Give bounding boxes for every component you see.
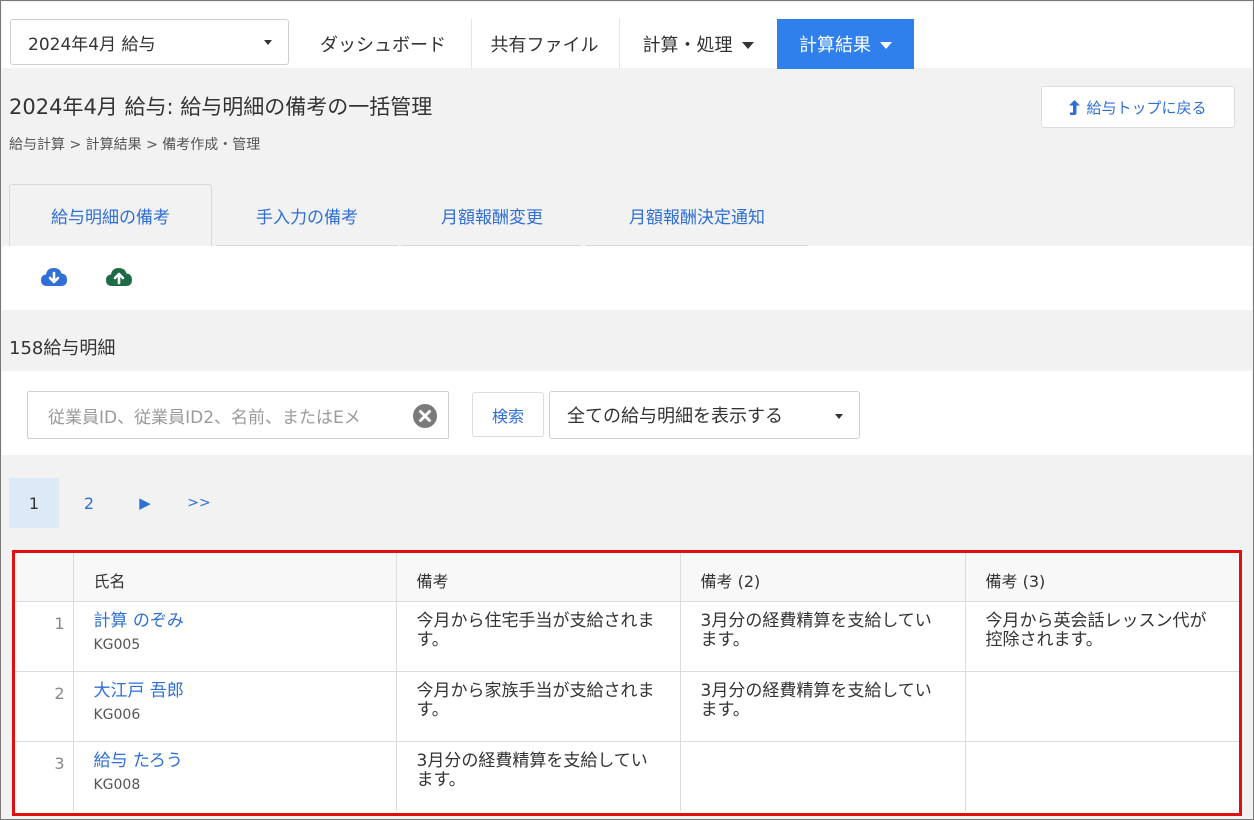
column-header-note-3: 備考 (3) xyxy=(965,553,1239,602)
note-2-cell: 3月分の経費精算を支給しています。 xyxy=(680,601,966,672)
nav-dashboard-label: ダッシュボード xyxy=(320,35,446,56)
cloud-upload-icon[interactable] xyxy=(104,262,134,292)
nav-calc-process-label: 計算・処理 xyxy=(642,35,733,56)
last-page-button[interactable]: >> xyxy=(181,478,217,528)
search-placeholder: 従業員ID、従業員ID2、名前、またはEメ xyxy=(48,407,361,428)
employee-cell: 給与 たろう KG008 xyxy=(73,741,397,811)
nav-calc-results-label: 計算結果 xyxy=(799,35,871,56)
nav-shared-files[interactable]: 共有ファイル xyxy=(472,19,617,69)
note-cell: 今月から住宅手当が支給されます。 xyxy=(396,601,681,672)
app-frame: 2024年4月 給与 ダッシュボード 共有ファイル 計算・処理 計算結果 202… xyxy=(0,0,1254,820)
caret-down-icon xyxy=(741,42,754,49)
chevron-down-icon xyxy=(264,40,272,45)
row-number: 3 xyxy=(15,741,74,811)
clear-icon[interactable] xyxy=(412,403,438,429)
nav-calc-results[interactable]: 計算結果 xyxy=(777,19,914,69)
employee-name-link[interactable]: 計算 のぞみ xyxy=(94,611,376,631)
tab-label: 手入力の備考 xyxy=(256,207,358,228)
arrow-up-icon xyxy=(1069,99,1081,115)
filter-panel: 従業員ID、従業員ID2、名前、またはEメ 検索 全ての給与明細を表示する xyxy=(2,371,1252,455)
note-2-cell: 3月分の経費精算を支給しています。 xyxy=(680,671,966,742)
column-header-name: 氏名 xyxy=(73,553,397,602)
caret-down-icon xyxy=(880,42,892,49)
tab-monthly-salary-notice[interactable]: 月額報酬決定通知 xyxy=(586,184,808,246)
tab-payslip-notes[interactable]: 給与明細の備考 xyxy=(9,184,212,246)
notes-table: 氏名 備考 備考 (2) 備考 (3) 1 計算 のぞみ KG005 今月から住… xyxy=(15,553,1239,811)
tab-manual-notes[interactable]: 手入力の備考 xyxy=(216,184,398,246)
table-row: 1 計算 のぞみ KG005 今月から住宅手当が支給されます。 3月分の経費精算… xyxy=(15,601,1239,672)
employee-name-link[interactable]: 大江戸 吾郎 xyxy=(94,681,376,701)
nav-calc-process[interactable]: 計算・処理 xyxy=(620,19,776,69)
nav-dashboard[interactable]: ダッシュボード xyxy=(298,19,468,69)
page-title: 2024年4月 給与: 給与明細の備考の一括管理 xyxy=(9,95,433,119)
note-2-cell xyxy=(680,741,966,811)
period-select-value: 2024年4月 給与 xyxy=(28,34,156,55)
payslip-filter-select[interactable]: 全ての給与明細を表示する xyxy=(549,391,860,439)
note-cell: 今月から家族手当が支給されます。 xyxy=(396,671,681,742)
next-page-icon[interactable]: ▶ xyxy=(127,478,163,528)
employee-cell: 大江戸 吾郎 KG006 xyxy=(73,671,397,742)
page-1[interactable]: 1 xyxy=(9,478,59,528)
table-row: 3 給与 たろう KG008 3月分の経費精算を支給しています。 xyxy=(15,741,1239,811)
cloud-download-icon[interactable] xyxy=(39,262,69,292)
tab-monthly-salary-change[interactable]: 月額報酬変更 xyxy=(401,184,583,246)
payslip-filter-value: 全ての給与明細を表示する xyxy=(567,406,783,427)
employee-id: KG006 xyxy=(93,706,141,723)
employee-name-link[interactable]: 給与 たろう xyxy=(94,751,376,771)
employee-id: KG005 xyxy=(93,636,141,653)
note-cell: 3月分の経費精算を支給しています。 xyxy=(396,741,681,811)
note-3-cell: 今月から英会話レッスン代が控除されます。 xyxy=(965,601,1239,672)
notes-table-highlight: 氏名 備考 備考 (2) 備考 (3) 1 計算 のぞみ KG005 今月から住… xyxy=(12,550,1242,816)
page-2[interactable]: 2 xyxy=(71,478,107,528)
import-export-toolbar xyxy=(2,246,1252,310)
row-number: 1 xyxy=(15,601,74,672)
search-button[interactable]: 検索 xyxy=(472,392,544,437)
chevron-down-icon xyxy=(835,414,843,419)
table-row: 2 大江戸 吾郎 KG006 今月から家族手当が支給されます。 3月分の経費精算… xyxy=(15,671,1239,742)
back-to-payroll-top-button[interactable]: 給与トップに戻る xyxy=(1041,86,1235,128)
employee-id: KG008 xyxy=(93,776,141,793)
period-select[interactable]: 2024年4月 給与 xyxy=(10,19,289,65)
column-header-note: 備考 xyxy=(396,553,681,602)
search-input[interactable]: 従業員ID、従業員ID2、名前、またはEメ xyxy=(27,391,449,439)
tab-label: 月額報酬決定通知 xyxy=(629,207,765,228)
back-button-label: 給与トップに戻る xyxy=(1086,98,1207,117)
note-3-cell xyxy=(965,741,1239,811)
payslip-count: 158給与明細 xyxy=(9,338,116,359)
row-number: 2 xyxy=(15,671,74,742)
employee-cell: 計算 のぞみ KG005 xyxy=(73,601,397,672)
nav-shared-files-label: 共有ファイル xyxy=(490,35,599,56)
tab-label: 月額報酬変更 xyxy=(441,207,543,228)
table-header-row: 氏名 備考 備考 (2) 備考 (3) xyxy=(15,553,1239,602)
tab-label: 給与明細の備考 xyxy=(51,208,170,228)
column-header-number xyxy=(15,553,74,602)
tab-bar: 給与明細の備考 手入力の備考 月額報酬変更 月額報酬決定通知 xyxy=(2,184,1252,246)
top-nav: 2024年4月 給与 ダッシュボード 共有ファイル 計算・処理 計算結果 xyxy=(2,2,1252,69)
note-3-cell xyxy=(965,671,1239,742)
column-header-note-2: 備考 (2) xyxy=(680,553,966,602)
breadcrumb: 給与計算 > 計算結果 > 備考作成・管理 xyxy=(9,137,261,153)
